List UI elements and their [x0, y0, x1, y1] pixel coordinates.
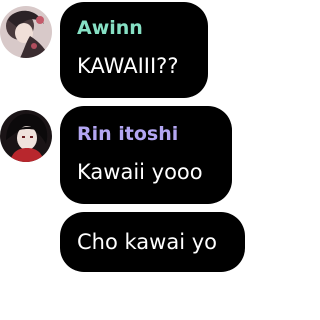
message-text: Kawaii yooo: [77, 160, 203, 184]
message-bubble-awinn[interactable]: Awinn KAWAIII??: [60, 2, 208, 98]
user-avatar-icon: [0, 6, 52, 58]
avatar-rin-itoshi[interactable]: [0, 110, 52, 162]
message-text: KAWAIII??: [77, 54, 179, 78]
avatar-awinn[interactable]: [0, 6, 52, 58]
chat-thread: Awinn KAWAIII?? Rin itoshi Kawaii yooo C…: [0, 0, 246, 320]
user-avatar-icon: [0, 110, 52, 162]
sender-name: Awinn: [77, 17, 143, 39]
message-text: Cho kawai yo: [77, 230, 217, 254]
message-bubble-followup[interactable]: Cho kawai yo: [60, 212, 245, 272]
message-bubble-rin-itoshi[interactable]: Rin itoshi Kawaii yooo: [60, 106, 232, 204]
sender-name: Rin itoshi: [77, 123, 179, 145]
